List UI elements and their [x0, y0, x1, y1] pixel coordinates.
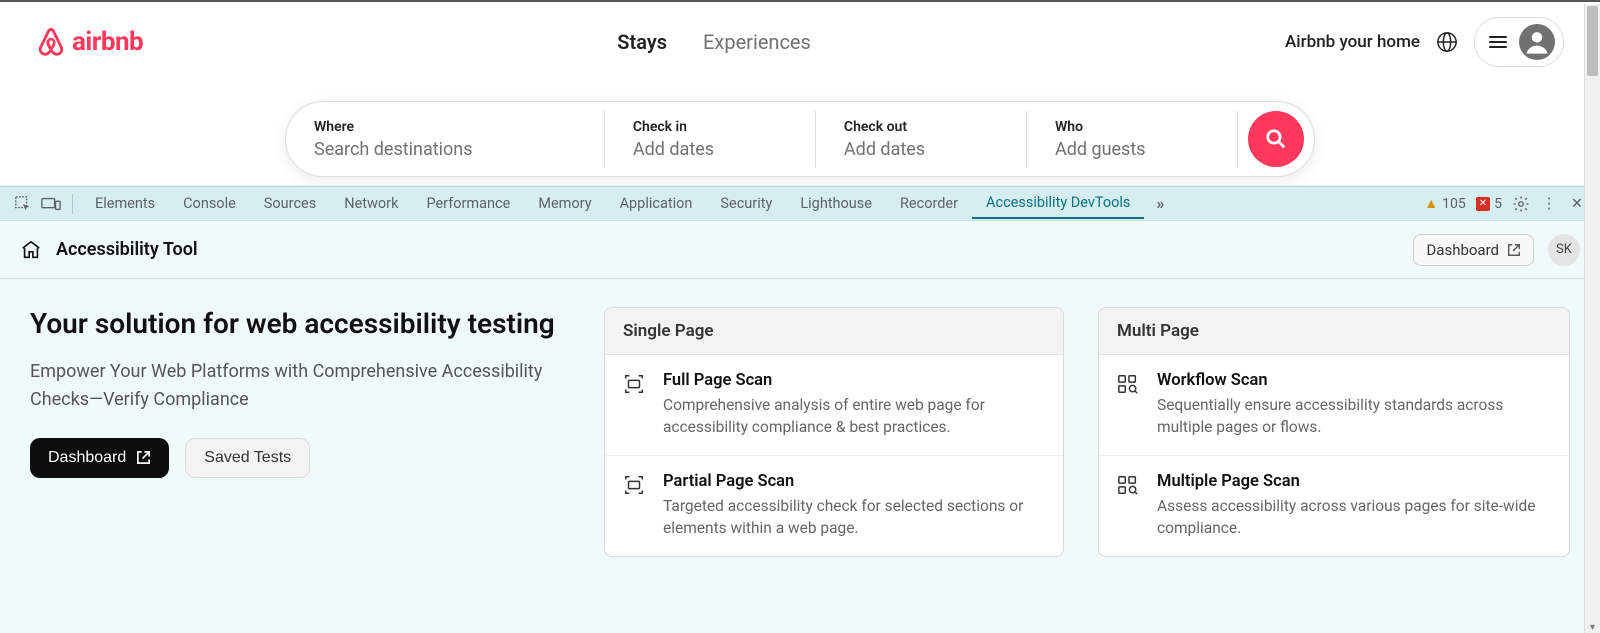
search-who[interactable]: Who Add guests — [1027, 111, 1238, 168]
tab-stays[interactable]: Stays — [617, 30, 667, 54]
panel-title: Accessibility Tool — [56, 239, 198, 260]
devtools-tabstrip: ElementsConsoleSourcesNetworkPerformance… — [0, 187, 1600, 221]
scan-icon — [1117, 472, 1141, 540]
airbnb-logo-icon — [36, 26, 66, 58]
globe-icon[interactable] — [1436, 31, 1458, 53]
accessibility-toolbar: Accessibility Tool Dashboard SK — [0, 221, 1600, 279]
single-page-card: Single Page Full Page Scan Comprehensive … — [604, 307, 1064, 557]
search-checkin-label: Check in — [633, 119, 787, 135]
host-link[interactable]: Airbnb your home — [1285, 32, 1420, 52]
user-badge[interactable]: SK — [1548, 234, 1580, 266]
airbnb-logo[interactable]: airbnb — [36, 26, 143, 58]
search-bar: Where Search destinations Check in Add d… — [285, 101, 1315, 177]
search-where[interactable]: Where Search destinations — [286, 111, 605, 168]
devtools-tab-recorder[interactable]: Recorder — [886, 189, 972, 218]
search-who-label: Who — [1055, 119, 1209, 135]
scan-icon — [623, 472, 647, 540]
search-button[interactable] — [1248, 111, 1304, 167]
scan-title: Full Page Scan — [663, 371, 1045, 390]
devtools-tab-lighthouse[interactable]: Lighthouse — [786, 189, 886, 218]
airbnb-header: airbnb Stays Experiences Airbnb your hom… — [0, 2, 1600, 186]
single-page-item[interactable]: Full Page Scan Comprehensive analysis of … — [605, 355, 1063, 456]
warning-icon: ▲ — [1424, 195, 1438, 212]
tab-experiences[interactable]: Experiences — [703, 30, 811, 54]
search-icon — [1265, 128, 1287, 150]
search-checkin[interactable]: Check in Add dates — [605, 111, 816, 168]
search-where-label: Where — [314, 119, 576, 135]
dashboard-button-label: Dashboard — [48, 449, 126, 467]
single-page-header: Single Page — [605, 308, 1063, 355]
multi-page-header: Multi Page — [1099, 308, 1569, 355]
multi-page-item[interactable]: Multiple Page Scan Assess accessibility a… — [1099, 456, 1569, 556]
saved-tests-button[interactable]: Saved Tests — [185, 438, 310, 478]
warnings-count: 105 — [1442, 196, 1466, 212]
scan-icon — [1117, 371, 1141, 439]
accessibility-tool-icon — [20, 239, 42, 261]
scan-desc: Sequentially ensure accessibility standa… — [1157, 394, 1551, 439]
dashboard-link[interactable]: Dashboard — [1413, 234, 1534, 266]
devtools-tab-accessibility-devtools[interactable]: Accessibility DevTools — [972, 188, 1144, 219]
intro-heading: Your solution for web accessibility test… — [30, 307, 570, 340]
settings-icon[interactable] — [1508, 191, 1534, 217]
scan-title: Multiple Page Scan — [1157, 472, 1551, 491]
search-checkout-value: Add dates — [844, 139, 998, 160]
single-page-item[interactable]: Partial Page Scan Targeted accessibility … — [605, 456, 1063, 556]
hamburger-icon — [1489, 36, 1507, 48]
avatar-icon — [1519, 24, 1555, 60]
scroll-down-icon[interactable]: ▾ — [1585, 622, 1600, 633]
external-link-icon — [136, 450, 151, 465]
scroll-thumb[interactable] — [1587, 6, 1598, 76]
scan-title: Workflow Scan — [1157, 371, 1551, 390]
search-where-value: Search destinations — [314, 139, 576, 160]
intro-block: Your solution for web accessibility test… — [30, 307, 570, 478]
airbnb-brand-text: airbnb — [72, 27, 143, 57]
devtools-tab-console[interactable]: Console — [169, 189, 250, 218]
search-checkout-label: Check out — [844, 119, 998, 135]
devtools-tab-sources[interactable]: Sources — [250, 189, 330, 218]
devtools-tab-application[interactable]: Application — [606, 189, 707, 218]
devtools-tab-memory[interactable]: Memory — [524, 189, 605, 218]
scan-desc: Assess accessibility across various page… — [1157, 495, 1551, 540]
devtools-tab-elements[interactable]: Elements — [81, 189, 169, 218]
multi-page-card: Multi Page Workflow Scan Sequentially ens… — [1098, 307, 1570, 557]
errors-indicator[interactable]: ✕ 5 — [1476, 196, 1502, 212]
more-tabs-icon[interactable]: » — [1146, 194, 1174, 213]
dashboard-link-label: Dashboard — [1426, 241, 1499, 259]
multi-page-item[interactable]: Workflow Scan Sequentially ensure accessi… — [1099, 355, 1569, 456]
search-checkout[interactable]: Check out Add dates — [816, 111, 1027, 168]
error-icon: ✕ — [1476, 197, 1490, 211]
airbnb-nav-tabs: Stays Experiences — [143, 30, 1285, 54]
device-icon[interactable] — [38, 191, 64, 217]
devtools-panel: ElementsConsoleSourcesNetworkPerformance… — [0, 186, 1600, 633]
scan-desc: Comprehensive analysis of entire web pag… — [663, 394, 1045, 439]
warnings-indicator[interactable]: ▲ 105 — [1424, 195, 1465, 212]
scan-icon — [623, 371, 647, 439]
intro-body: Empower Your Web Platforms with Comprehe… — [30, 358, 570, 414]
scan-desc: Targeted accessibility check for selecte… — [663, 495, 1045, 540]
search-checkin-value: Add dates — [633, 139, 787, 160]
scan-title: Partial Page Scan — [663, 472, 1045, 491]
kebab-icon[interactable]: ⋮ — [1536, 191, 1562, 217]
inspect-icon[interactable] — [10, 191, 36, 217]
errors-count: 5 — [1494, 196, 1502, 212]
vertical-scrollbar[interactable]: ▴ ▾ — [1584, 4, 1600, 633]
devtools-tab-network[interactable]: Network — [330, 189, 412, 218]
devtools-tab-performance[interactable]: Performance — [412, 189, 524, 218]
search-who-value: Add guests — [1055, 139, 1209, 160]
dashboard-button[interactable]: Dashboard — [30, 438, 169, 478]
external-link-icon — [1507, 243, 1521, 257]
devtools-tab-security[interactable]: Security — [706, 189, 786, 218]
user-menu[interactable] — [1474, 17, 1564, 67]
